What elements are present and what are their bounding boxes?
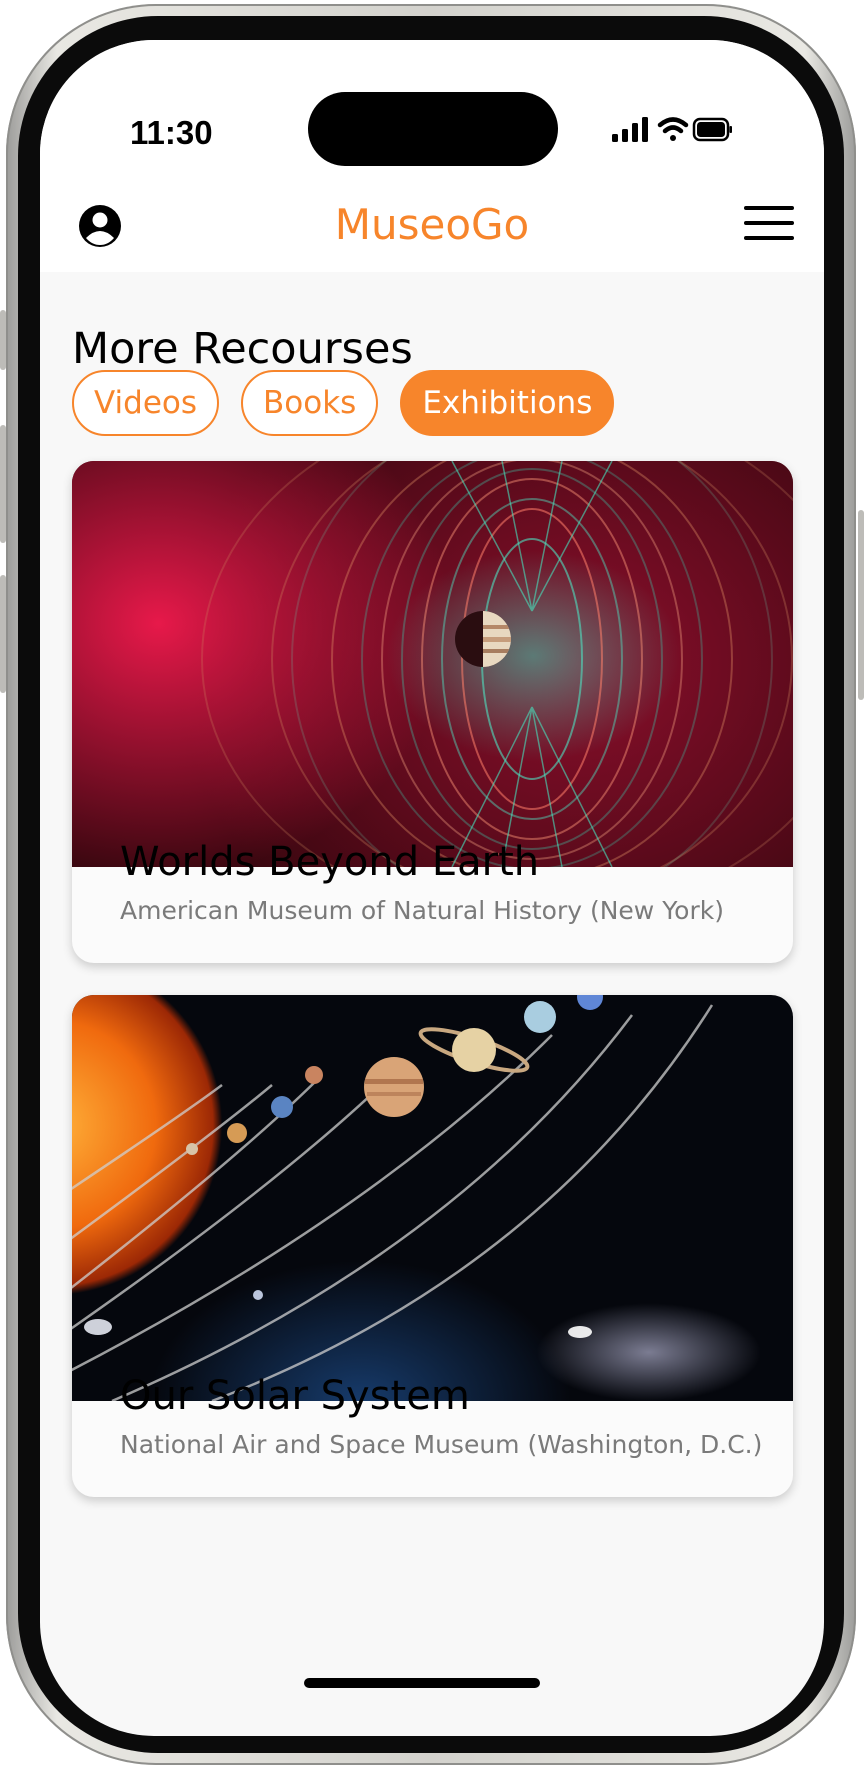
menu-button[interactable] bbox=[744, 206, 794, 242]
section-title: More Recourses bbox=[72, 324, 413, 374]
filter-chip-videos[interactable]: Videos bbox=[72, 370, 220, 436]
battery-icon bbox=[692, 117, 732, 142]
exhibition-title: Worlds Beyond Earth bbox=[120, 839, 540, 885]
device-frame: 11:30 MuseoGo More Recourses Videos Book… bbox=[0, 0, 864, 1771]
jupiter-planet bbox=[455, 611, 511, 667]
dynamic-island bbox=[308, 92, 558, 166]
wifi-icon bbox=[657, 117, 689, 141]
exhibition-museum: American Museum of Natural History (New … bbox=[120, 896, 724, 925]
status-icons bbox=[612, 116, 732, 150]
galaxy bbox=[568, 1326, 592, 1338]
mars-planet bbox=[305, 1066, 323, 1084]
home-indicator[interactable] bbox=[304, 1678, 540, 1688]
filter-chip-books[interactable]: Books bbox=[241, 370, 379, 436]
status-bar: 11:30 bbox=[40, 40, 824, 180]
neptune-planet bbox=[577, 995, 603, 1010]
cellular-signal-icon bbox=[612, 117, 648, 142]
uranus-planet bbox=[524, 1001, 556, 1033]
exhibition-museum: National Air and Space Museum (Washingto… bbox=[120, 1430, 763, 1459]
status-time: 11:30 bbox=[130, 114, 213, 151]
venus-planet bbox=[227, 1123, 247, 1143]
filter-chip-exhibitions[interactable]: Exhibitions bbox=[400, 370, 615, 436]
mercury-planet bbox=[186, 1143, 198, 1155]
resource-filter-tabs: Videos Books Exhibitions bbox=[72, 370, 615, 436]
exhibition-card[interactable]: Worlds Beyond Earth American Museum of N… bbox=[72, 461, 793, 963]
app-header: MuseoGo bbox=[40, 180, 824, 272]
app-screen: 11:30 MuseoGo More Recourses Videos Book… bbox=[40, 40, 824, 1736]
exhibition-image-solar-system bbox=[72, 995, 793, 1401]
saturn-planet bbox=[418, 1027, 530, 1073]
hamburger-menu-icon bbox=[744, 206, 794, 240]
comet bbox=[84, 1319, 112, 1335]
jupiter-planet bbox=[364, 1057, 424, 1117]
star bbox=[253, 1290, 263, 1300]
earth-planet bbox=[271, 1096, 293, 1118]
app-title: MuseoGo bbox=[334, 200, 530, 249]
exhibition-image-magnetic-field bbox=[72, 461, 793, 867]
exhibition-title: Our Solar System bbox=[120, 1373, 470, 1419]
exhibition-card[interactable]: Our Solar System National Air and Space … bbox=[72, 995, 793, 1497]
power-button bbox=[858, 510, 864, 700]
